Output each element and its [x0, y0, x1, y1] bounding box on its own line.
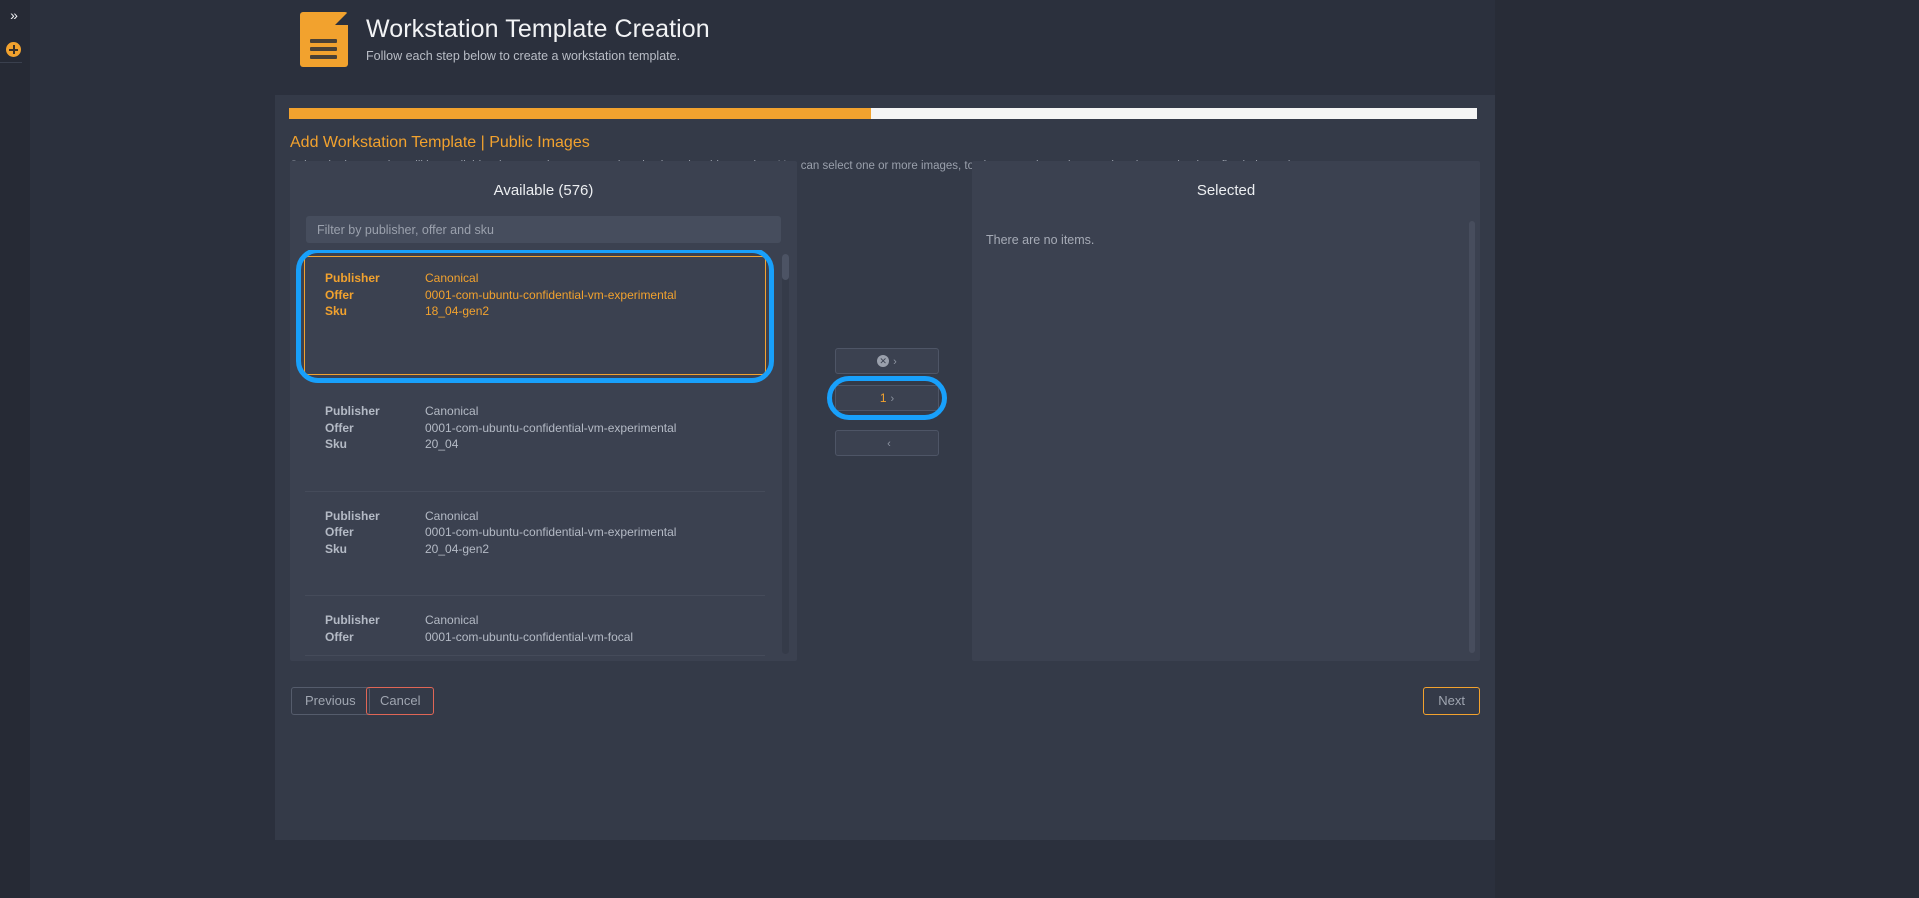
- page-subtitle: Follow each step below to create a works…: [366, 49, 681, 63]
- label-publisher: Publisher: [325, 404, 380, 418]
- page-left-gutter: [30, 0, 275, 898]
- selected-empty-message: There are no items.: [986, 233, 1095, 247]
- available-panel-title: Available (576): [493, 182, 594, 199]
- list-item-offer-row: Offer 0001-com-ubuntu-confidential-vm-ex…: [305, 524, 765, 541]
- list-item-offer-row: Offer 0001-com-ubuntu-confidential-vm-fo…: [305, 629, 765, 646]
- label-publisher: Publisher: [325, 613, 380, 627]
- label-offer: Offer: [325, 525, 354, 539]
- chevron-right-icon: ›: [893, 356, 897, 368]
- selected-panel: Selected There are no items.: [972, 161, 1480, 661]
- selected-count-badge: 1: [879, 391, 887, 405]
- value-publisher: Canonical: [425, 508, 479, 523]
- list-item-publisher-row: Publisher Canonical: [305, 403, 765, 420]
- move-selected-button[interactable]: 1 ›: [835, 385, 939, 411]
- list-item-offer-row: Offer 0001-com-ubuntu-confidential-vm-ex…: [305, 420, 765, 437]
- document-icon: [300, 12, 348, 67]
- document-icon-line: [310, 39, 337, 43]
- label-publisher: Publisher: [325, 271, 380, 285]
- transfer-button-group: ✕ › 1 › ‹: [805, 161, 965, 661]
- move-back-button[interactable]: ‹: [835, 430, 939, 456]
- wizard-progress-bar: [289, 108, 1477, 119]
- selected-scrollbar-track[interactable]: [1469, 221, 1475, 653]
- cancel-button[interactable]: Cancel: [366, 687, 435, 715]
- available-scrollbar-track[interactable]: [782, 254, 789, 654]
- previous-button[interactable]: Previous: [291, 687, 370, 715]
- label-offer: Offer: [325, 420, 354, 435]
- value-offer: 0001-com-ubuntu-confidential-vm-experime…: [425, 287, 677, 302]
- step-title: Add Workstation Template | Public Images: [290, 134, 590, 151]
- wizard-footer: Previous Cancel Next: [275, 687, 1495, 777]
- chevron-left-icon: ‹: [887, 438, 891, 450]
- value-offer: 0001-com-ubuntu-confidential-vm-focal: [425, 629, 634, 644]
- value-offer: 0001-com-ubuntu-confidential-vm-experime…: [425, 420, 677, 435]
- header-text-block: Workstation Template Creation Follow eac…: [366, 14, 710, 65]
- label-sku: Sku: [325, 437, 348, 451]
- plus-circle-icon[interactable]: [6, 42, 21, 57]
- document-icon-line: [310, 55, 337, 59]
- page-background: Workstation Template Creation Follow eac…: [30, 0, 1919, 898]
- filter-input[interactable]: [306, 216, 781, 243]
- wizard-card: Add Workstation Template | Public Images…: [275, 95, 1495, 840]
- available-list: Publisher Canonical Offer 0001-com-ubunt…: [290, 250, 780, 656]
- list-item[interactable]: Publisher Canonical Offer 0001-com-ubunt…: [305, 492, 765, 596]
- value-publisher: Canonical: [425, 271, 479, 285]
- list-item[interactable]: Publisher Canonical Offer 0001-com-ubunt…: [305, 387, 765, 492]
- list-item-spacer: [305, 557, 765, 585]
- move-all-button[interactable]: ✕ ›: [835, 348, 939, 374]
- document-icon-line: [310, 47, 337, 51]
- list-item-publisher-row: Publisher Canonical: [305, 270, 765, 287]
- available-scrollbar-thumb[interactable]: [782, 254, 789, 280]
- label-offer: Offer: [325, 629, 354, 644]
- list-item-rows: Publisher Canonical Offer 0001-com-ubunt…: [305, 257, 765, 320]
- dual-list-selector: Available (576) Publisher Canonical: [290, 161, 1480, 661]
- label-sku: Sku: [325, 541, 348, 556]
- list-item[interactable]: Publisher Canonical Offer 0001-com-ubunt…: [304, 256, 766, 375]
- chevron-right-icon: ›: [890, 393, 895, 405]
- value-sku: 20_04: [425, 437, 459, 451]
- page-title: Workstation Template Creation: [366, 15, 710, 43]
- list-item-sku-row: Sku 20_04-gen2: [305, 541, 765, 558]
- selected-scrollbar-thumb[interactable]: [1469, 221, 1475, 653]
- label-sku: Sku: [325, 304, 348, 318]
- label-offer: Offer: [325, 287, 354, 302]
- list-item-highlighted-wrap: Publisher Canonical Offer 0001-com-ubunt…: [290, 250, 780, 383]
- available-panel: Available (576) Publisher Canonical: [290, 161, 797, 661]
- label-publisher: Publisher: [325, 508, 380, 523]
- list-item-publisher-row: Publisher Canonical: [305, 508, 765, 525]
- list-item-spacer: [305, 453, 765, 481]
- left-rail: »: [0, 0, 30, 898]
- circle-x-icon: ✕: [877, 354, 890, 367]
- available-list-scroll[interactable]: Publisher Canonical Offer 0001-com-ubunt…: [290, 250, 797, 661]
- list-item-offer-row: Offer 0001-com-ubuntu-confidential-vm-ex…: [305, 287, 765, 304]
- value-sku: 20_04-gen2: [425, 541, 490, 556]
- list-item-publisher-row: Publisher Canonical: [305, 612, 765, 629]
- expand-sidebar-icon[interactable]: »: [2, 6, 26, 24]
- rail-divider: [0, 62, 22, 63]
- wizard-progress-fill: [289, 108, 872, 119]
- next-button[interactable]: Next: [1423, 687, 1480, 715]
- selected-panel-title: Selected: [1196, 182, 1256, 199]
- page-header: Workstation Template Creation Follow eac…: [300, 12, 710, 67]
- value-publisher: Canonical: [425, 613, 479, 627]
- value-sku: 18_04-gen2: [425, 304, 490, 318]
- page-right-gutter: [1495, 0, 1919, 898]
- value-offer: 0001-com-ubuntu-confidential-vm-experime…: [425, 525, 677, 539]
- list-item-sku-row: Sku 20_04: [305, 436, 765, 453]
- value-publisher: Canonical: [425, 404, 479, 418]
- list-item[interactable]: Publisher Canonical Offer 0001-com-ubunt…: [305, 596, 765, 656]
- list-item-sku-row: Sku 18_04-gen2: [305, 303, 765, 320]
